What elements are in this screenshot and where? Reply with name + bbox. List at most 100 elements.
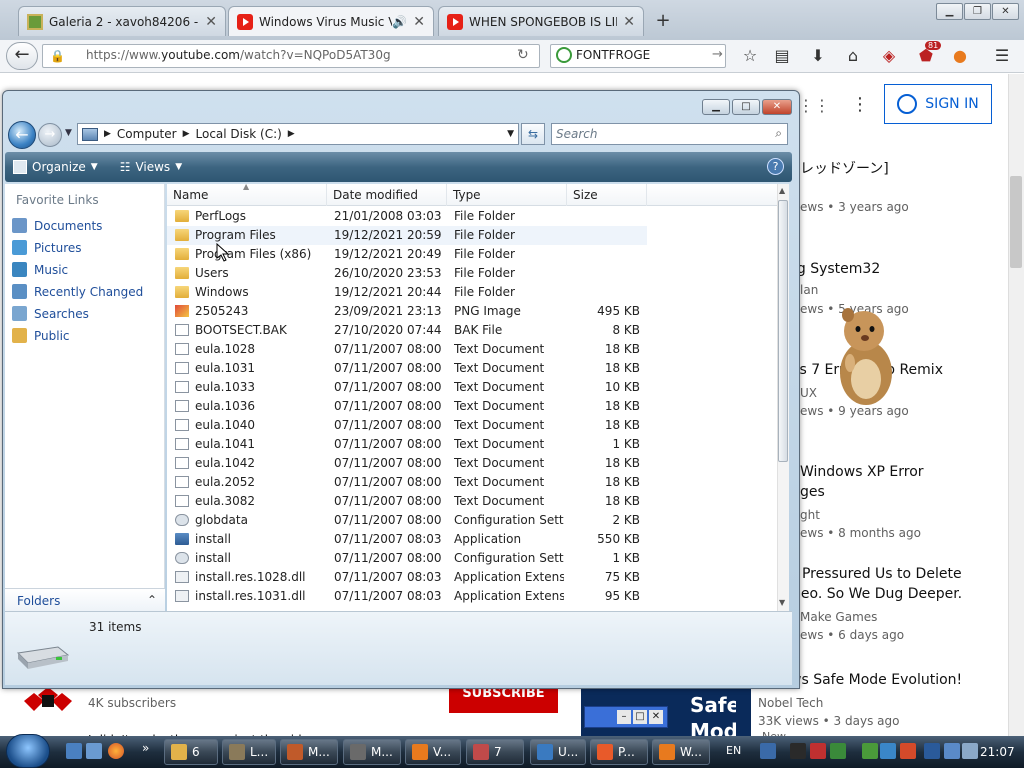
file-row[interactable]: Program Files 19/12/2021 20:59 File Folder [167, 226, 647, 245]
scroll-up-icon[interactable]: ▲ [779, 186, 785, 195]
tray-icon[interactable] [810, 743, 826, 759]
column-size[interactable]: Size [567, 184, 647, 206]
favorite-documents[interactable]: Documents [12, 218, 102, 233]
taskbar-button[interactable]: W... [652, 739, 710, 765]
volume-icon[interactable] [962, 743, 978, 759]
start-button[interactable] [6, 734, 50, 768]
tab-windows-virus-music[interactable]: Windows Virus Music V... 🔊 ✕ [228, 6, 434, 36]
page-scrollbar[interactable] [1008, 74, 1024, 736]
file-row[interactable]: Program Files (x86) 19/12/2021 20:49 File … [167, 245, 647, 264]
reading-list-icon[interactable]: ▤ [772, 46, 792, 66]
explorer-forward-button[interactable]: → [38, 123, 62, 147]
pocket-icon[interactable]: ◈ [879, 46, 899, 66]
file-row[interactable]: Windows 19/12/2021 20:44 File Folder [167, 283, 647, 302]
rec-title-line2[interactable]: deo. So We Dug Deeper. [792, 586, 962, 602]
folders-toggle[interactable]: Folders ⌃ [5, 588, 165, 611]
favorite-music[interactable]: Music [12, 262, 68, 277]
language-indicator[interactable]: EN [726, 744, 741, 757]
explorer-back-button[interactable]: ← [8, 121, 36, 149]
firefox-quicklaunch-icon[interactable] [108, 743, 124, 759]
tray-icon[interactable] [862, 743, 878, 759]
tab-spongebob[interactable]: WHEN SPONGEBOB IS LIFE... ✕ [438, 6, 644, 36]
rec-title[interactable]: Windows XP Error [800, 464, 924, 480]
new-tab-button[interactable]: + [651, 10, 675, 32]
tray-icon[interactable] [830, 743, 846, 759]
tray-icon[interactable] [790, 743, 806, 759]
explorer-close-button[interactable]: ✕ [762, 99, 792, 115]
help-icon[interactable]: ? [767, 158, 784, 175]
file-row[interactable]: install.res.1028.dll 07/11/2007 08:03 Appl… [167, 568, 647, 587]
switch-windows-icon[interactable] [86, 743, 102, 759]
extension-icon[interactable]: ● [950, 46, 970, 66]
taskbar-button[interactable]: P... [590, 739, 648, 765]
scroll-down-icon[interactable]: ▼ [779, 598, 785, 607]
taskbar-button[interactable]: L... [222, 739, 276, 765]
search-value[interactable]: FONTFROGE [576, 48, 650, 62]
taskbar-button[interactable]: 6 [164, 739, 218, 765]
reload-icon[interactable]: ↻ [517, 47, 529, 63]
explorer-search-input[interactable]: Search ⌕ [551, 123, 788, 145]
file-row[interactable]: eula.1041 07/11/2007 08:00 Text Document 1 … [167, 435, 647, 454]
favorite-searches[interactable]: Searches [12, 306, 89, 321]
file-row[interactable]: eula.1040 07/11/2007 08:00 Text Document 18… [167, 416, 647, 435]
search-engine-icon[interactable] [556, 47, 572, 63]
taskbar-button[interactable]: U... [530, 739, 586, 765]
back-button[interactable]: ← [6, 42, 38, 70]
taskbar-button[interactable]: 7 [466, 739, 524, 765]
file-row[interactable]: install 07/11/2007 08:03 Application 550 KB [167, 530, 647, 549]
download-icon[interactable]: ⬇ [808, 46, 828, 66]
favorite-recently-changed[interactable]: Recently Changed [12, 284, 143, 299]
file-row[interactable]: eula.1028 07/11/2007 08:00 Text Document 18… [167, 340, 647, 359]
breadcrumb-local-disk[interactable]: Local Disk (C:) [196, 127, 282, 141]
close-window-button[interactable]: ✕ [992, 3, 1019, 20]
file-row[interactable]: install 07/11/2007 08:00 Configuration Set… [167, 549, 647, 568]
search-icon[interactable]: ⌕ [775, 126, 782, 141]
file-row[interactable]: eula.3082 07/11/2007 08:00 Text Document 18… [167, 492, 647, 511]
file-row[interactable]: install.res.1031.dll 07/11/2007 08:03 Appl… [167, 587, 647, 606]
more-options-icon[interactable]: ⋮ [851, 94, 869, 115]
rec-title[interactable]: t Pressured Us to Delete [792, 566, 962, 582]
organize-button[interactable]: Organize ▼ [13, 160, 98, 174]
network-icon[interactable] [944, 743, 960, 759]
taskbar-button[interactable]: M... [280, 739, 338, 765]
tab-galeria[interactable]: Galeria 2 - xavoh84206 - Ch... ✕ [18, 6, 226, 36]
breadcrumb-computer[interactable]: Computer [117, 127, 177, 141]
file-row[interactable]: BOOTSECT.BAK 27/10/2020 07:44 BAK File 8 KB [167, 321, 647, 340]
file-row[interactable]: eula.2052 07/11/2007 08:00 Text Document 18… [167, 473, 647, 492]
clock[interactable]: 21:07 [980, 745, 1015, 759]
restore-button[interactable]: ❐ [964, 3, 991, 20]
rec-title[interactable]: レッドゾーン] [800, 158, 889, 178]
quicklaunch-more-icon[interactable]: » [142, 741, 149, 755]
address-dropdown-icon[interactable]: ▼ [507, 129, 514, 139]
search-go-icon[interactable]: → [712, 47, 723, 62]
home-icon[interactable]: ⌂ [843, 46, 863, 66]
file-row[interactable]: Users 26/10/2020 23:53 File Folder [167, 264, 647, 283]
explorer-minimize-button[interactable]: ▁ [702, 99, 730, 115]
bookmark-star-icon[interactable]: ☆ [740, 46, 760, 66]
views-button[interactable]: ☷ Views ▼ [120, 160, 182, 174]
tray-icon[interactable] [760, 743, 776, 759]
url-text[interactable]: https://www.youtube.com/watch?v=NQPoD5AT… [86, 48, 391, 62]
tray-icon[interactable] [880, 743, 896, 759]
favorite-public[interactable]: Public [12, 328, 70, 343]
file-row[interactable]: eula.1031 07/11/2007 08:00 Text Document 18… [167, 359, 647, 378]
rec-title[interactable]: ng System32 [788, 261, 880, 277]
file-row[interactable]: eula.1033 07/11/2007 08:00 Text Document 10… [167, 378, 647, 397]
close-tab-icon[interactable]: ✕ [623, 14, 635, 30]
explorer-address-bar[interactable]: ▶ Computer ▶ Local Disk (C:) ▶ ▼ [77, 123, 519, 145]
file-list-scrollbar-thumb[interactable] [778, 200, 788, 462]
file-row[interactable]: globdata 07/11/2007 08:00 Configuration Se… [167, 511, 647, 530]
speaker-icon[interactable]: 🔊 [392, 15, 407, 29]
column-type[interactable]: Type [447, 184, 567, 206]
file-row[interactable]: PerfLogs 21/01/2008 03:03 File Folder [167, 207, 647, 226]
column-date-modified[interactable]: Date modified [327, 184, 447, 206]
favorite-pictures[interactable]: Pictures [12, 240, 82, 255]
file-row[interactable]: 2505243 23/09/2021 23:13 PNG Image 495 KB [167, 302, 647, 321]
minimize-button[interactable]: ▁ [936, 3, 963, 20]
rec-title-line2[interactable]: ges [800, 484, 825, 500]
menu-icon[interactable]: ☰ [992, 46, 1012, 66]
file-row[interactable]: eula.1042 07/11/2007 08:00 Text Document 18… [167, 454, 647, 473]
explorer-maximize-button[interactable]: □ [732, 99, 760, 115]
explorer-refresh-button[interactable]: ⇆ [521, 123, 545, 145]
rec-title[interactable]: ws Safe Mode Evolution! [790, 672, 962, 688]
